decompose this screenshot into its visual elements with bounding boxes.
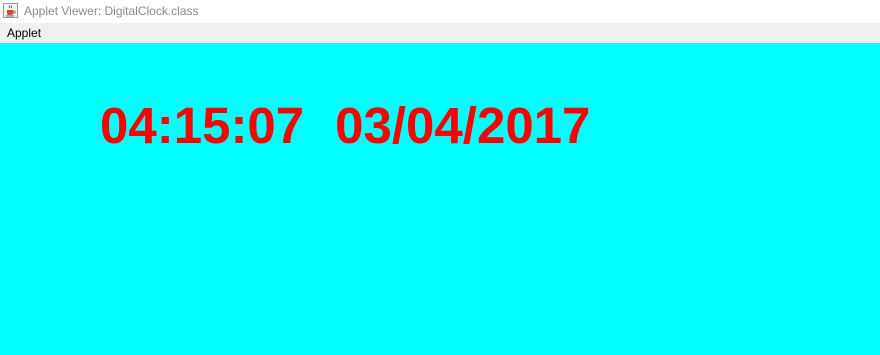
clock-time: 04:15:07 bbox=[100, 97, 305, 154]
applet-viewer-window: Applet Viewer: DigitalClock.class Applet… bbox=[0, 0, 880, 355]
java-coffee-cup-icon bbox=[3, 3, 18, 18]
menu-bar: Applet bbox=[0, 23, 880, 43]
window-title: Applet Viewer: DigitalClock.class bbox=[24, 4, 199, 18]
title-bar[interactable]: Applet Viewer: DigitalClock.class bbox=[0, 0, 880, 23]
digital-clock-display: 04:15:07 03/04/2017 bbox=[100, 96, 590, 156]
menu-applet[interactable]: Applet bbox=[2, 25, 46, 41]
applet-canvas: 04:15:07 03/04/2017 bbox=[0, 43, 880, 355]
clock-date: 03/04/2017 bbox=[335, 97, 591, 154]
